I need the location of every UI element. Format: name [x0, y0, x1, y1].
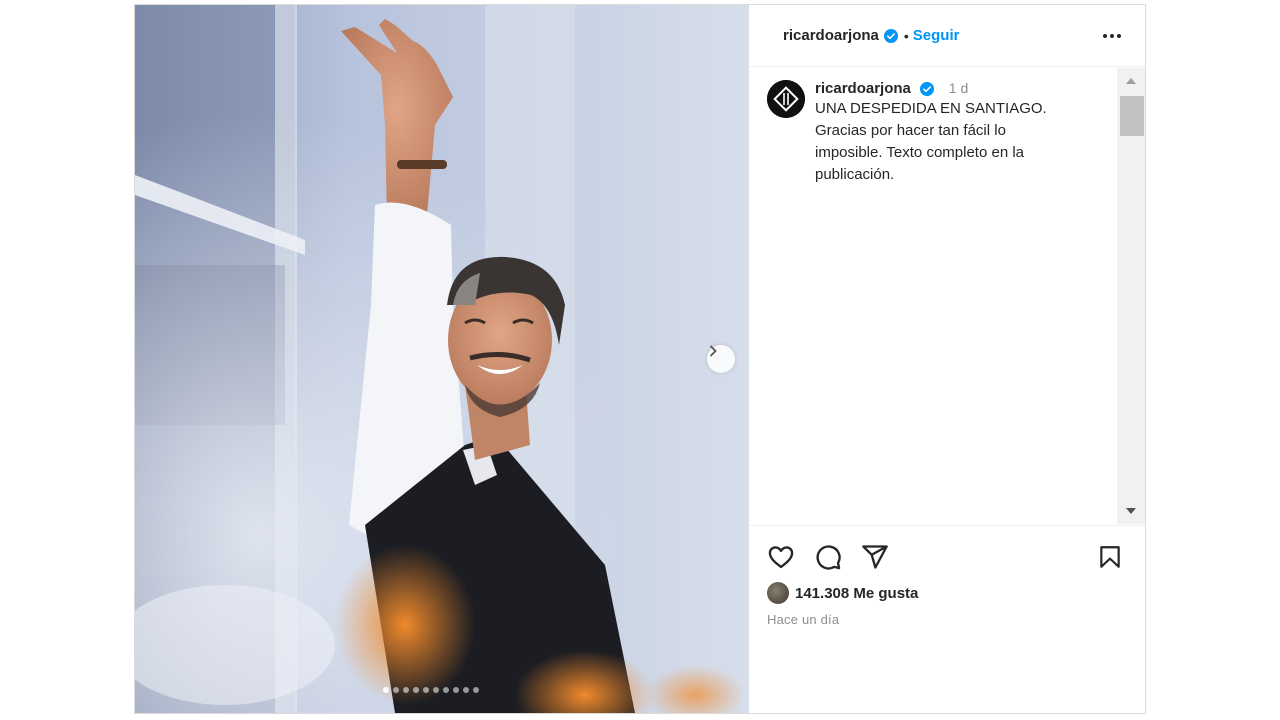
header-separator: • — [903, 27, 909, 44]
carousel-dot — [393, 687, 399, 693]
carousel-indicator — [383, 687, 479, 693]
heart-icon — [768, 546, 794, 569]
carousel-dot — [403, 687, 409, 693]
comment-button[interactable] — [813, 542, 843, 572]
carousel-dot — [413, 687, 419, 693]
post-timestamp[interactable]: Hace un día — [767, 612, 839, 627]
likes-summary[interactable]: 141.308 Me gusta — [767, 582, 918, 604]
avatar[interactable] — [767, 80, 805, 118]
carousel-dot — [453, 687, 459, 693]
next-slide-button[interactable] — [707, 345, 735, 373]
scroll-up-arrow-icon[interactable] — [1124, 74, 1138, 88]
share-button[interactable] — [860, 542, 890, 572]
comments-scrollbar[interactable] — [1117, 68, 1145, 524]
caption-username[interactable]: ricardoarjona — [815, 80, 911, 97]
like-button[interactable] — [766, 542, 796, 572]
paper-plane-icon — [862, 545, 888, 569]
more-options-icon — [1103, 34, 1121, 38]
verified-badge-icon — [883, 28, 898, 43]
carousel-dot — [383, 687, 389, 693]
save-button[interactable] — [1095, 542, 1125, 572]
liker-avatar — [767, 582, 789, 604]
carousel-dot — [433, 687, 439, 693]
concert-photo-illustration — [135, 5, 749, 713]
carousel-dot — [473, 687, 479, 693]
carousel-dot — [443, 687, 449, 693]
post-side-panel: ricardoarjona • Seguir ricardoarjona 1 d… — [749, 5, 1145, 713]
caption-time[interactable]: 1 d — [949, 80, 968, 96]
scrollbar-thumb[interactable] — [1120, 96, 1144, 136]
post-photo[interactable] — [135, 5, 749, 713]
follow-button[interactable]: Seguir — [913, 27, 960, 44]
scroll-down-arrow-icon[interactable] — [1124, 504, 1138, 518]
verified-badge-icon — [920, 81, 935, 96]
post-header: ricardoarjona • Seguir — [749, 5, 1145, 67]
caption-body: ricardoarjona 1 d UNA DESPEDIDA EN SANTI… — [815, 80, 1115, 186]
post-actions: 141.308 Me gusta Hace un día — [749, 525, 1145, 716]
comments-area: ricardoarjona 1 d UNA DESPEDIDA EN SANTI… — [749, 68, 1117, 524]
bookmark-icon — [1100, 546, 1120, 568]
comment-icon — [816, 545, 841, 570]
instagram-post: ricardoarjona • Seguir ricardoarjona 1 d… — [134, 4, 1146, 714]
caption-text: UNA DESPEDIDA EN SANTIAGO. Gracias por h… — [815, 100, 1047, 183]
caption: ricardoarjona 1 d UNA DESPEDIDA EN SANTI… — [767, 80, 1115, 186]
carousel-dot — [463, 687, 469, 693]
likes-count[interactable]: 141.308 Me gusta — [795, 585, 918, 602]
more-options-button[interactable] — [1101, 25, 1123, 47]
profile-logo-icon — [767, 80, 805, 118]
chevron-right-icon — [710, 345, 717, 357]
carousel-dot — [423, 687, 429, 693]
header-username[interactable]: ricardoarjona — [783, 27, 879, 44]
